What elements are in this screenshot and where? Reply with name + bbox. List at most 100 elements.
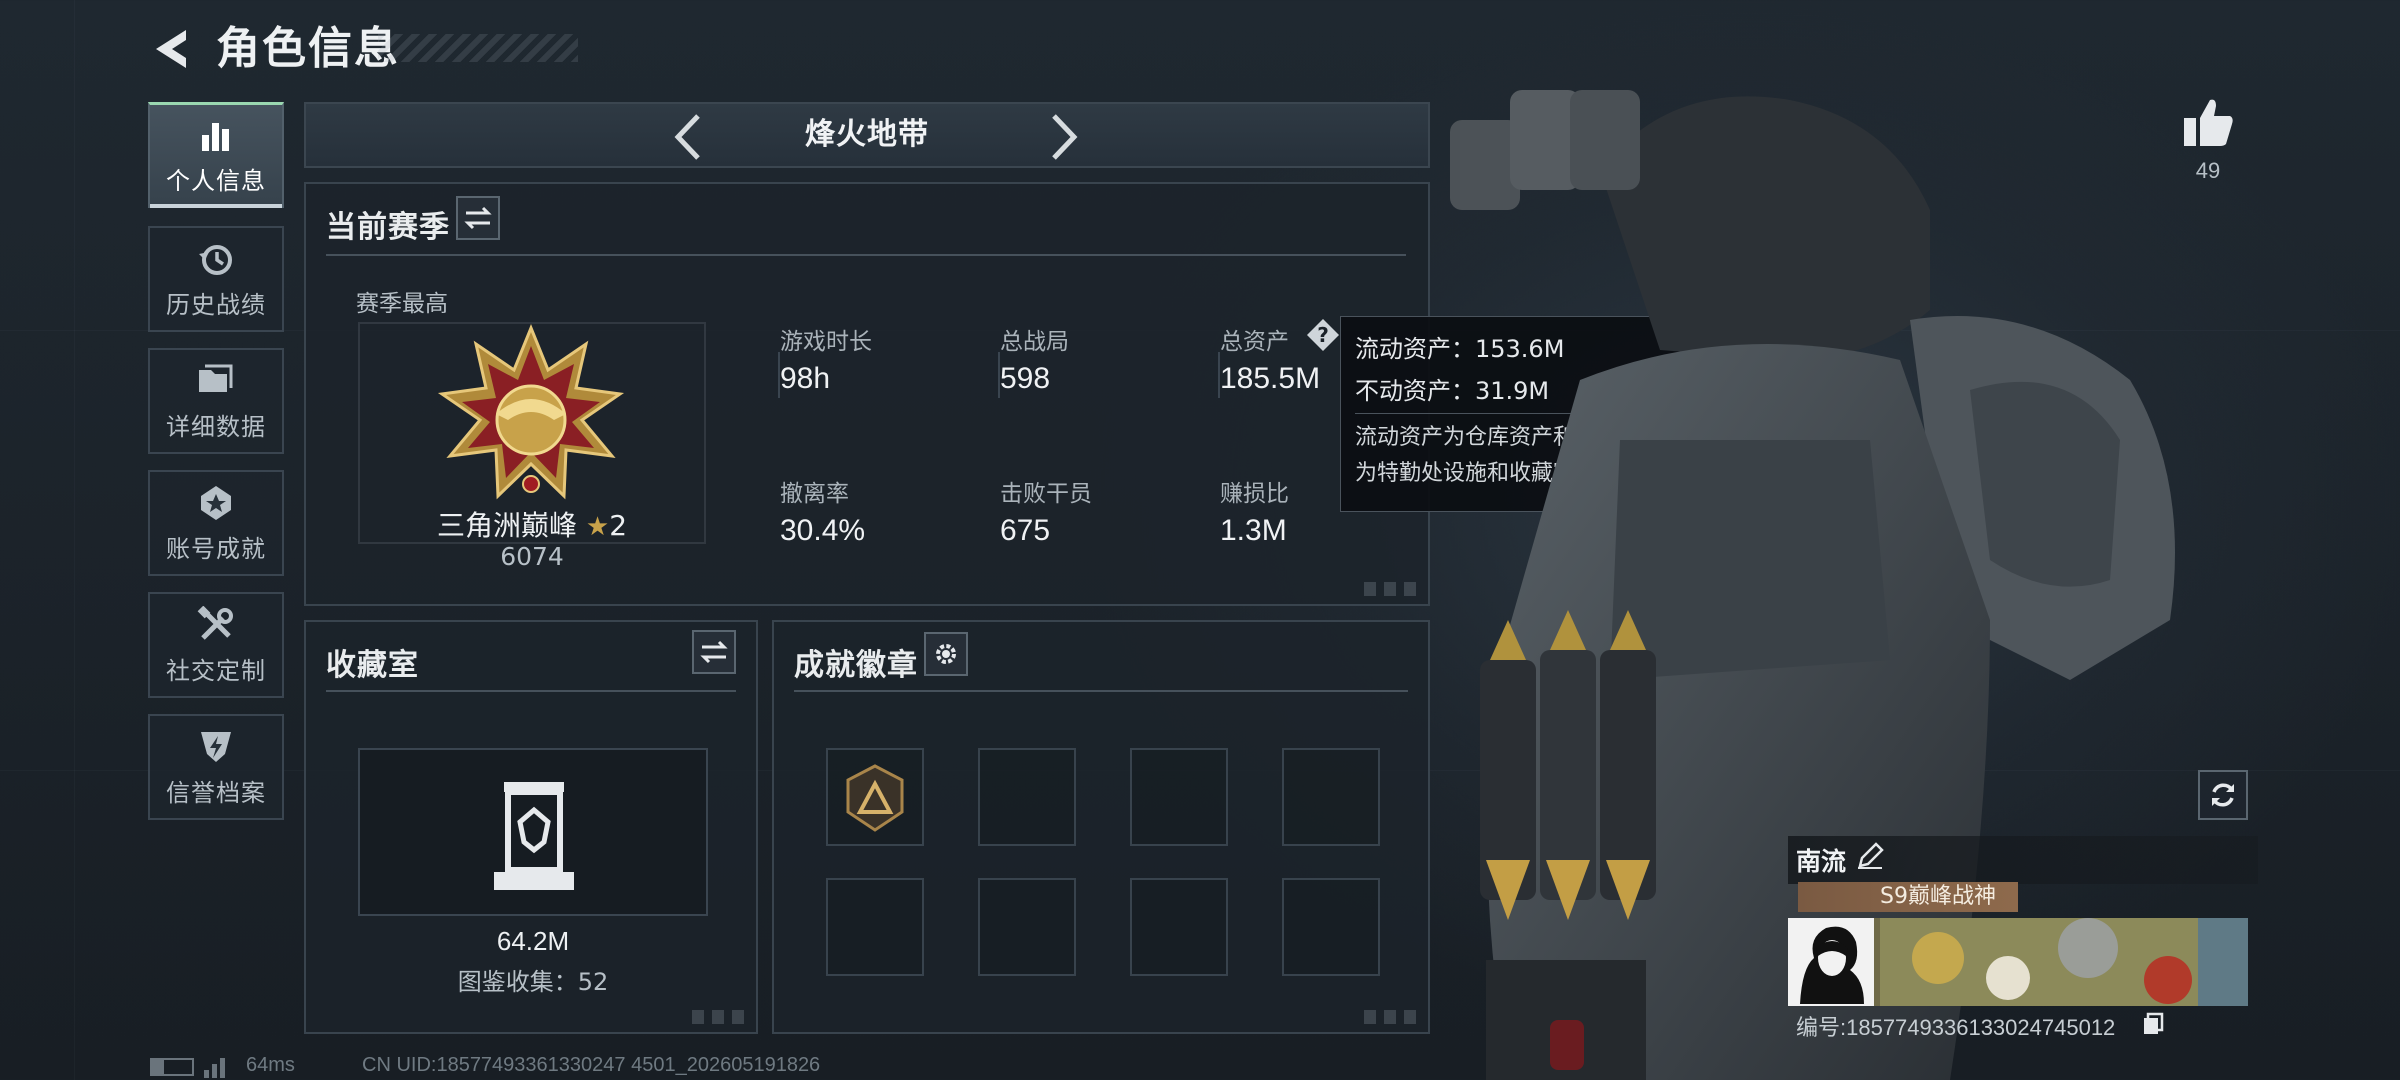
sidebar-item-achievements[interactable]: 账号成就 (148, 470, 284, 576)
badge-slot[interactable] (826, 878, 924, 976)
like-count: 49 (2195, 158, 2221, 183)
sidebar-item-personal-info[interactable]: 个人信息 (148, 102, 284, 208)
collection-panel: 收藏室 64.2M 图鉴收集：52 (304, 620, 758, 1034)
stat-label: 游戏时长 (780, 329, 872, 355)
copy-icon (2144, 1012, 2164, 1034)
stat-value: 185.5M (1220, 362, 1321, 395)
sidebar-item-social[interactable]: 社交定制 (148, 592, 284, 698)
player-title: S9巅峰战神 (1880, 884, 1996, 909)
bar-chart-icon (196, 115, 236, 155)
sidebar-item-detailed-data[interactable]: 详细数据 (148, 348, 284, 454)
season-switch-button[interactable] (456, 196, 500, 240)
gear-icon (936, 644, 956, 664)
sidebar-item-label: 信誉档案 (166, 778, 266, 807)
page-title: 角色信息 (216, 23, 400, 74)
uid-text: CN UID:18577493361330247 4501_2026051918… (362, 1054, 821, 1076)
sidebar-item-credit[interactable]: 信誉档案 (148, 714, 284, 820)
refresh-button[interactable] (2198, 770, 2248, 820)
chevron-right-icon (1052, 114, 1078, 160)
sidebar-item-history[interactable]: 历史战绩 (148, 226, 284, 332)
season-panel: 当前赛季 赛季最高 三角洲巅峰 ★2 6074 游戏时长 98h 总战局 598… (304, 182, 1430, 606)
collection-value: 64.2M (496, 926, 570, 956)
divider (778, 352, 780, 398)
back-button[interactable] (148, 24, 194, 74)
badge-slot[interactable] (1282, 748, 1380, 846)
pencil-icon (1858, 842, 1884, 869)
folder-icon (196, 361, 236, 401)
signal-icon (202, 1054, 230, 1078)
panel-corner-decoration (1364, 582, 1420, 596)
edit-name-button[interactable] (1856, 842, 1884, 870)
avatar[interactable] (1788, 918, 1874, 1006)
sidebar-item-label: 个人信息 (166, 167, 266, 195)
grid-line (74, 0, 75, 1080)
mode-title: 烽火地带 (805, 117, 929, 152)
badge-slot[interactable] (826, 748, 924, 846)
season-title: 当前赛季 (326, 210, 450, 245)
display-case-icon (488, 780, 580, 892)
like-button[interactable] (2180, 96, 2236, 150)
chevron-left-icon (674, 114, 700, 160)
divider (1218, 352, 1220, 398)
stat-label: 总战局 (1000, 329, 1069, 355)
badge-slot[interactable] (1282, 878, 1380, 976)
shield-bolt-icon (196, 727, 236, 767)
battery-icon (150, 1058, 194, 1076)
rank-name: 三角洲巅峰 (436, 509, 577, 542)
rank-points: 6074 (500, 542, 564, 571)
stat-value: 675 (1000, 514, 1051, 547)
collection-count: 图鉴收集：52 (457, 968, 609, 996)
sidebar-item-label: 历史战绩 (166, 290, 266, 319)
stat-label: 总资产 (1220, 329, 1289, 355)
back-arrow-icon (156, 30, 186, 68)
asset-help-button[interactable]: ? (1306, 318, 1340, 352)
sidebar-item-label: 详细数据 (166, 412, 266, 441)
help-icon: ? (1307, 319, 1339, 351)
copy-id-button[interactable] (2142, 1012, 2164, 1036)
stat-label: 击败干员 (1000, 481, 1092, 507)
panel-corner-decoration (1364, 1010, 1420, 1024)
rank-emblem (436, 324, 626, 510)
swap-icon (464, 206, 492, 230)
divider (326, 254, 1406, 256)
ping: 64ms (246, 1054, 295, 1076)
badge-slot[interactable] (978, 748, 1076, 846)
player-name: 南流 (1796, 847, 1847, 876)
achievement-icon (196, 483, 236, 523)
triangle-badge-icon (846, 764, 904, 832)
badges-settings-button[interactable] (924, 632, 968, 676)
avatar-image (1800, 926, 1864, 1004)
sidebar-item-label: 账号成就 (166, 534, 266, 563)
svg-text:?: ? (1317, 323, 1329, 347)
badge-slot[interactable] (1130, 878, 1228, 976)
divider (998, 352, 1000, 398)
next-mode-button[interactable] (1040, 112, 1086, 162)
panel-corner-decoration (692, 1010, 748, 1024)
star-icon: ★ (585, 512, 610, 542)
divider (794, 690, 1408, 692)
badge-slot[interactable] (1130, 748, 1228, 846)
player-id: 编号:1857749336133024745012 (1796, 1015, 2116, 1040)
sidebar-item-label: 社交定制 (166, 656, 266, 685)
collection-title: 收藏室 (326, 648, 419, 683)
rank-stars: 2 (609, 509, 628, 542)
badges-title: 成就徽章 (794, 648, 918, 683)
thumbs-up-icon (2184, 99, 2233, 146)
stat-label: 撤离率 (780, 481, 849, 507)
prev-mode-button[interactable] (666, 112, 712, 162)
badge-slot[interactable] (978, 878, 1076, 976)
tools-icon (196, 605, 236, 645)
mode-selector: 烽火地带 (304, 102, 1430, 168)
history-icon (196, 239, 236, 279)
season-best-label: 赛季最高 (356, 291, 448, 317)
collection-switch-button[interactable] (692, 630, 736, 674)
divider (326, 690, 736, 692)
swap-icon (700, 640, 728, 664)
title-decoration (378, 34, 578, 62)
stat-value: 30.4% (780, 514, 866, 547)
refresh-icon (2212, 783, 2234, 807)
stat-value: 1.3M (1220, 514, 1287, 547)
rank-name-row: 三角洲巅峰 ★2 (358, 504, 706, 544)
stat-value: 598 (1000, 362, 1051, 395)
stat-value: 98h (780, 362, 831, 395)
